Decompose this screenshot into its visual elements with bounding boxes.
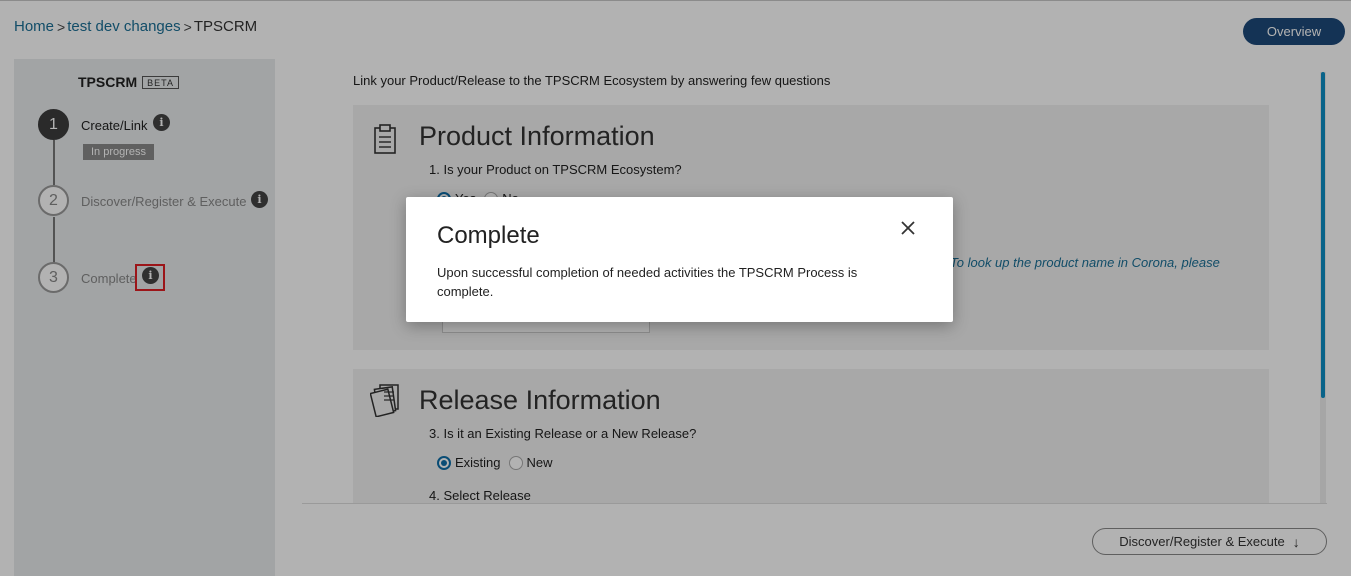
complete-info-modal: Complete Upon successful completion of n… <box>406 197 953 322</box>
modal-title: Complete <box>437 222 540 249</box>
close-icon[interactable] <box>897 217 919 239</box>
modal-body: Upon successful completion of needed act… <box>437 265 858 299</box>
